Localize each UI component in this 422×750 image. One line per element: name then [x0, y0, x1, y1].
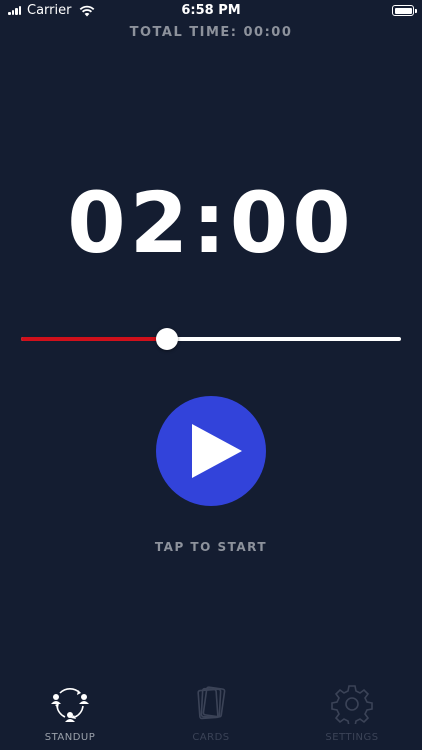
total-time-label: TOTAL TIME: 00:00	[129, 25, 293, 40]
slider-thumb[interactable]	[156, 328, 178, 350]
status-bar: Carrier 6:58 PM	[0, 0, 422, 22]
tab-bar: STANDUP CARDS SETTINGS	[0, 676, 422, 750]
tab-cards[interactable]: CARDS	[141, 676, 281, 750]
team-cycle-icon	[51, 688, 89, 722]
tab-cards-label: CARDS	[192, 732, 230, 743]
status-time: 6:58 PM	[181, 3, 241, 18]
gear-icon	[331, 685, 373, 724]
play-icon	[192, 424, 242, 478]
tab-standup[interactable]: STANDUP	[0, 676, 140, 750]
timer-display: 02:00	[67, 174, 355, 272]
duration-slider[interactable]	[21, 326, 401, 352]
tab-standup-label: STANDUP	[44, 732, 96, 743]
slider-fill	[21, 337, 167, 341]
tap-to-start-label: TAP TO START	[154, 540, 268, 554]
tab-settings-label: SETTINGS	[325, 732, 379, 743]
tab-settings[interactable]: SETTINGS	[282, 676, 422, 750]
cards-icon	[197, 686, 226, 720]
battery-icon	[392, 5, 417, 16]
timer-screen: Carrier 6:58 PM TOTAL TIME: 00:00 02:00 …	[0, 0, 422, 750]
play-button[interactable]	[156, 396, 266, 506]
